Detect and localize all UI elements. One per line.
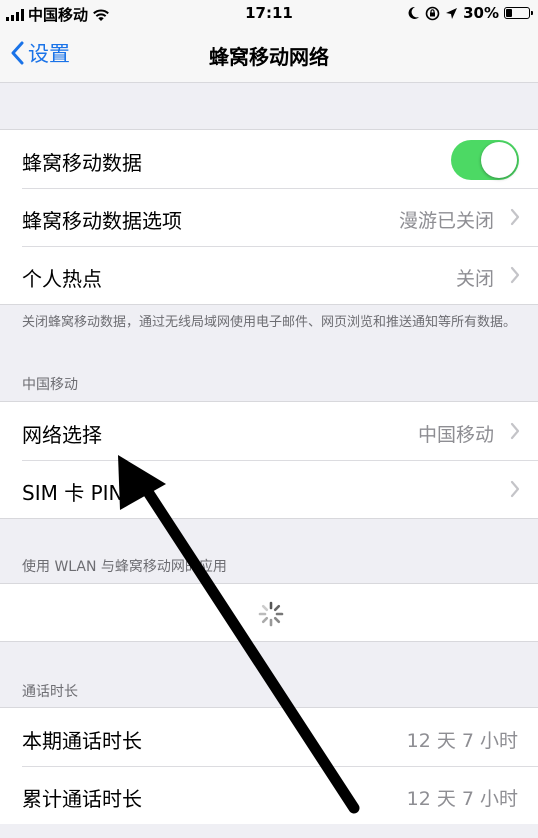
call-time-group: 本期通话时长 12 天 7 小时 累计通话时长 12 天 7 小时 — [0, 707, 538, 824]
battery-percent: 30% — [463, 4, 499, 22]
cellular-data-options-value: 漫游已关闭 — [398, 210, 494, 232]
cellular-data-toggle[interactable] — [451, 140, 519, 180]
network-selection-label: 网络选择 — [22, 423, 102, 447]
cellular-data-options-row[interactable]: 蜂窝移动数据选项 漫游已关闭 — [0, 188, 538, 246]
carrier-group: 网络选择 中国移动 SIM 卡 PIN — [0, 401, 538, 519]
battery-icon — [504, 7, 533, 19]
chevron-right-icon — [510, 208, 520, 226]
network-selection-row[interactable]: 网络选择 中国移动 — [0, 402, 538, 460]
chevron-right-icon — [510, 266, 520, 284]
navigation-bar: 设置 蜂窝移动网络 — [0, 26, 538, 83]
cellular-data-label: 蜂窝移动数据 — [22, 151, 142, 175]
personal-hotspot-label: 个人热点 — [22, 267, 102, 291]
orientation-lock-icon — [425, 6, 440, 20]
wlan-apps-section-header: 使用 WLAN 与蜂窝移动网的应用 — [22, 559, 227, 575]
battery-level-fill — [506, 9, 512, 17]
lifetime-value: 12 天 7 小时 — [406, 788, 518, 810]
current-period-label: 本期通话时长 — [22, 729, 142, 753]
carrier-section-header: 中国移动 — [22, 377, 78, 393]
moon-icon — [408, 6, 420, 19]
page-title: 蜂窝移动网络 — [209, 45, 329, 69]
lifetime-row: 累计通话时长 12 天 7 小时 — [0, 766, 538, 824]
cellular-data-options-label: 蜂窝移动数据选项 — [22, 209, 182, 233]
cellular-settings-group: 蜂窝移动数据 蜂窝移动数据选项 漫游已关闭 个人热点 关闭 — [0, 129, 538, 305]
chevron-right-icon — [510, 480, 520, 498]
current-period-value: 12 天 7 小时 — [406, 730, 518, 752]
sim-pin-label: SIM 卡 PIN — [22, 481, 124, 505]
sim-pin-row[interactable]: SIM 卡 PIN — [0, 460, 538, 518]
status-bar-right: 30% — [407, 4, 533, 22]
cellular-data-row: 蜂窝移动数据 — [0, 130, 538, 188]
chevron-right-icon — [510, 422, 520, 440]
cellular-data-footnote: 关闭蜂窝移动数据，通过无线局域网使用电子邮件、网页浏览和推送通知等所有数据。 — [22, 315, 517, 330]
personal-hotspot-value: 关闭 — [455, 268, 494, 290]
call-time-section-header: 通话时长 — [22, 684, 78, 700]
toggle-knob — [481, 142, 517, 178]
lifetime-label: 累计通话时长 — [22, 787, 142, 811]
personal-hotspot-row[interactable]: 个人热点 关闭 — [0, 246, 538, 304]
loading-spinner-icon — [258, 601, 284, 627]
location-arrow-icon — [446, 7, 458, 19]
network-selection-value: 中国移动 — [417, 424, 494, 446]
status-bar: 中国移动 17:11 30% — [0, 0, 538, 26]
current-period-row: 本期通话时长 12 天 7 小时 — [0, 708, 538, 766]
wlan-apps-group — [0, 583, 538, 642]
